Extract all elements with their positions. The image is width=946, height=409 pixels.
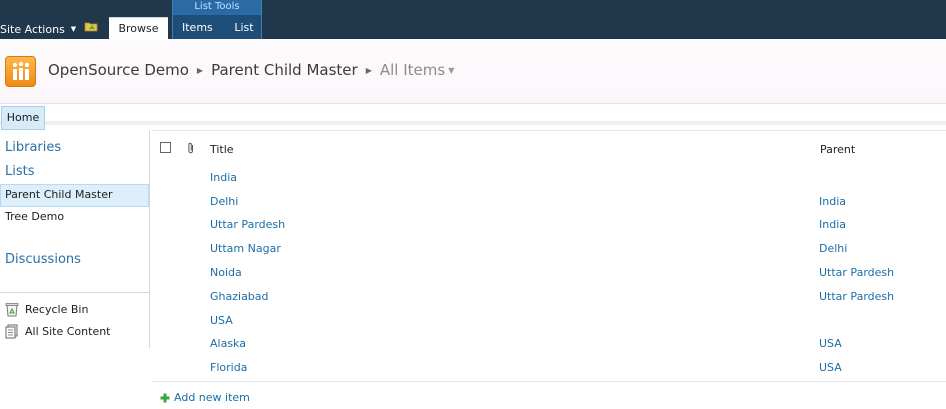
chevron-down-icon[interactable]: ▼	[448, 66, 454, 75]
table-row[interactable]: Delhi India	[152, 190, 946, 213]
recycle-bin-link[interactable]: Recycle Bin	[5, 302, 88, 317]
navigate-up-icon[interactable]	[84, 20, 98, 32]
breadcrumb: OpenSource Demo ▶ Parent Child Master ▶ …	[48, 61, 454, 79]
tab-items[interactable]: Items	[182, 17, 213, 39]
site-actions-menu[interactable]: Site Actions ▼	[0, 19, 76, 39]
ribbon-bar: Site Actions ▼ Browse List Tools Items L…	[0, 0, 946, 39]
column-header-title[interactable]: Title	[210, 143, 234, 156]
cell-parent[interactable]: India	[819, 195, 846, 208]
breadcrumb-list[interactable]: Parent Child Master	[211, 61, 358, 79]
site-actions-label: Site Actions	[0, 22, 65, 36]
cell-parent[interactable]: Delhi	[819, 242, 847, 255]
ql-heading-libraries[interactable]: Libraries	[5, 140, 61, 155]
table-row[interactable]: Uttam Nagar Delhi	[152, 237, 946, 260]
topnav-home[interactable]: Home	[1, 106, 45, 130]
paperclip-icon	[188, 142, 193, 154]
cell-title[interactable]: Delhi	[210, 195, 238, 208]
list-tools-label: List Tools	[173, 0, 261, 15]
select-all-checkbox[interactable]	[160, 142, 171, 153]
view-selector[interactable]: All Items	[380, 61, 445, 79]
table-row[interactable]: Noida Uttar Pardesh	[152, 261, 946, 284]
add-new-item-label: Add new item	[174, 391, 250, 404]
table-row[interactable]: Alaska USA	[152, 332, 946, 355]
cell-title[interactable]: Noida	[210, 266, 242, 279]
table-row[interactable]: Ghaziabad Uttar Pardesh	[152, 285, 946, 308]
table-row[interactable]: USA	[152, 309, 946, 332]
topnav-strip	[0, 121, 946, 125]
table-row[interactable]: India	[152, 166, 946, 189]
ql-divider	[0, 292, 149, 293]
recycle-bin-label: Recycle Bin	[25, 303, 89, 316]
site-logo-icon[interactable]	[5, 56, 36, 87]
plus-icon	[160, 393, 170, 402]
cell-parent[interactable]: India	[819, 218, 846, 231]
quick-launch: Libraries Lists Parent Child Master Tree…	[0, 130, 150, 348]
cell-parent[interactable]: USA	[819, 361, 842, 374]
all-site-content-label: All Site Content	[25, 325, 111, 338]
cell-title[interactable]: USA	[210, 314, 233, 327]
cell-parent[interactable]: Uttar Pardesh	[819, 266, 894, 279]
list-tools-group: List Tools Items List	[172, 0, 262, 39]
cell-title[interactable]: Uttar Pardesh	[210, 218, 285, 231]
add-new-item-link[interactable]: Add new item	[160, 391, 250, 404]
tab-browse[interactable]: Browse	[109, 17, 168, 39]
tab-list[interactable]: List	[232, 17, 256, 39]
ql-item-tree-demo[interactable]: Tree Demo	[5, 210, 64, 223]
ql-heading-lists[interactable]: Lists	[5, 164, 35, 179]
cell-parent[interactable]: Uttar Pardesh	[819, 290, 894, 303]
ql-item-parent-child-master[interactable]: Parent Child Master	[5, 188, 113, 201]
breadcrumb-separator-icon: ▶	[365, 65, 372, 75]
column-header-parent[interactable]: Parent	[820, 143, 855, 156]
chevron-down-icon: ▼	[70, 24, 77, 33]
site-content-icon	[5, 324, 18, 339]
all-site-content-link[interactable]: All Site Content	[5, 324, 111, 339]
table-row[interactable]: Florida USA	[152, 356, 946, 379]
header-border	[152, 130, 946, 131]
breadcrumb-site[interactable]: OpenSource Demo	[48, 61, 189, 79]
footer-border	[152, 381, 946, 382]
cell-title[interactable]: Florida	[210, 361, 247, 374]
cell-title[interactable]: Ghaziabad	[210, 290, 269, 303]
ql-heading-discussions[interactable]: Discussions	[5, 252, 81, 267]
table-row[interactable]: Uttar Pardesh India	[152, 213, 946, 236]
cell-title[interactable]: Alaska	[210, 337, 246, 350]
cell-parent[interactable]: USA	[819, 337, 842, 350]
recycle-bin-icon	[5, 303, 19, 317]
cell-title[interactable]: India	[210, 171, 237, 184]
title-area: OpenSource Demo ▶ Parent Child Master ▶ …	[0, 39, 946, 104]
cell-title[interactable]: Uttam Nagar	[210, 242, 281, 255]
breadcrumb-separator-icon: ▶	[196, 65, 204, 75]
top-navigation: Home	[0, 104, 946, 130]
